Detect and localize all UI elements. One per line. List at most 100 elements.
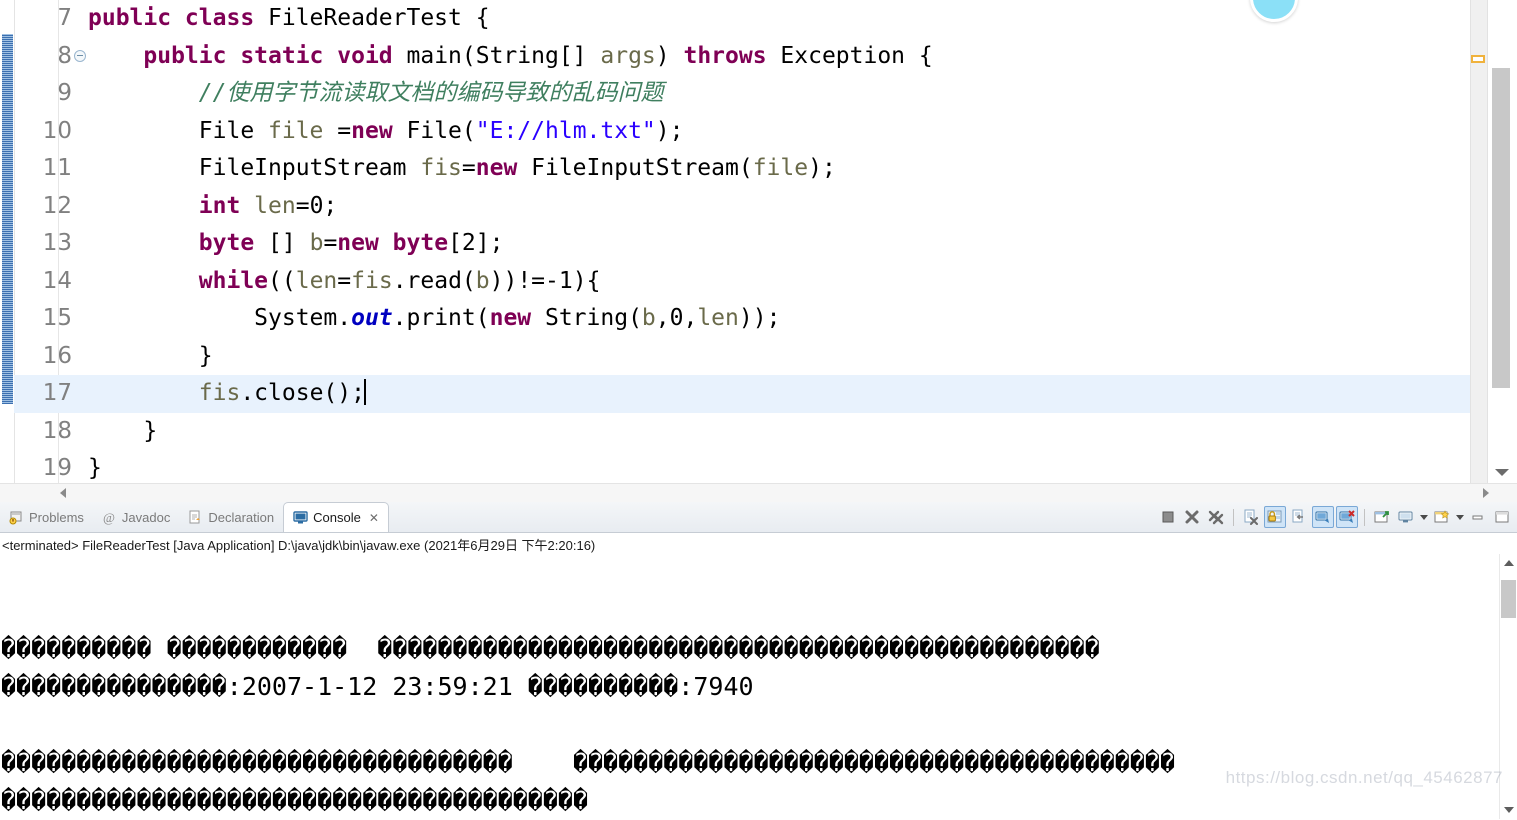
tab-console[interactable]: Console ✕ xyxy=(283,502,389,532)
token-kw: public static void xyxy=(143,42,407,69)
token-pln: ,0, xyxy=(655,305,698,331)
console-scroll-thumb[interactable] xyxy=(1501,580,1516,618)
tab-problems[interactable]: Problems xyxy=(0,503,93,531)
warning-marker-icon[interactable] xyxy=(1471,55,1485,63)
token-kw: new byte xyxy=(337,230,449,256)
token-pln: File( xyxy=(406,117,476,144)
line-number: 16 xyxy=(42,342,72,369)
code-line[interactable]: 11 FileInputStream fis=new FileInputStre… xyxy=(14,150,1517,188)
token-kw: throws xyxy=(683,42,781,69)
display-selected-console-button[interactable] xyxy=(1395,506,1417,528)
show-console-on-output-button[interactable] xyxy=(1312,506,1334,528)
code-line[interactable]: 9 //使用字节流读取文档的编码导致的乱码问题 xyxy=(14,75,1517,113)
code-line[interactable]: 18 } xyxy=(14,413,1517,451)
code-line[interactable]: 14 while((len=fis.read(b))!=-1){ xyxy=(14,263,1517,301)
line-number: 10 xyxy=(42,117,72,144)
code-text: } xyxy=(72,450,102,488)
token-kw: while xyxy=(198,267,269,294)
display-selected-dropdown[interactable] xyxy=(1420,514,1428,520)
code-text: System.out.print(new String(b,0,len)); xyxy=(72,300,780,338)
token-pln: ) xyxy=(655,42,684,69)
console-output-line: ���������� ������������ ����������������… xyxy=(1,634,1100,663)
fold-collapse-icon[interactable] xyxy=(74,49,86,62)
editor-overview-ruler[interactable] xyxy=(1470,0,1488,484)
token-pln: FileInputStream xyxy=(88,155,421,181)
token-kw: byte xyxy=(198,230,269,256)
source-code-area[interactable]: 7 public class FileReaderTest {8 public s… xyxy=(14,0,1517,484)
word-wrap-button[interactable] xyxy=(1288,506,1310,528)
tab-declaration[interactable]: Declaration xyxy=(179,503,283,531)
code-line[interactable]: 16 } xyxy=(14,338,1517,376)
tab-label: Declaration xyxy=(208,509,275,525)
console-output-text: ���������� ������������ ����������������… xyxy=(1,630,1517,819)
remove-launch-button[interactable] xyxy=(1181,506,1203,528)
code-line[interactable]: 17 fis.close(); xyxy=(14,375,1517,413)
terminate-button[interactable] xyxy=(1157,506,1179,528)
token-pln: } xyxy=(88,455,102,481)
token-lvar: b xyxy=(309,230,324,256)
token-pln: ); xyxy=(808,155,836,181)
token-lvar: file xyxy=(752,155,809,181)
token-fld: out xyxy=(351,305,393,331)
clear-console-button[interactable] xyxy=(1240,506,1262,528)
scroll-right-arrow-icon[interactable] xyxy=(1483,488,1489,498)
code-line[interactable]: 15 System.out.print(new String(b,0,len))… xyxy=(14,300,1517,338)
console-icon xyxy=(293,510,308,525)
open-console-button[interactable] xyxy=(1431,506,1453,528)
console-scroll-up-arrow-icon[interactable] xyxy=(1504,560,1514,566)
show-console-on-error-button[interactable] xyxy=(1336,506,1358,528)
token-pln: (( xyxy=(268,267,296,294)
tab-close-icon[interactable]: ✕ xyxy=(369,511,379,525)
line-number: 15 xyxy=(42,305,72,331)
code-text: FileInputStream fis=new FileInputStream(… xyxy=(72,150,836,188)
declaration-icon xyxy=(188,510,203,525)
token-kw: new xyxy=(489,305,545,331)
token-kw: new xyxy=(475,155,532,181)
minimize-button[interactable] xyxy=(1467,506,1489,528)
line-number: 12 xyxy=(42,192,72,219)
view-tabs[interactable]: Problems @ Javadoc Declaration Console ✕ xyxy=(0,502,389,532)
token-lvar: b xyxy=(475,267,490,294)
code-line[interactable]: 19} xyxy=(14,450,1517,488)
pin-console-button[interactable] xyxy=(1371,506,1393,528)
console-output-line: ���������������������������������� �����… xyxy=(1,748,1175,777)
line-number: 11 xyxy=(42,155,72,181)
scroll-lock-button[interactable] xyxy=(1264,506,1286,528)
editor-vertical-scrollbar[interactable] xyxy=(1488,0,1517,484)
editor-vertical-scroll-thumb[interactable] xyxy=(1492,68,1510,388)
console-toolbar[interactable] xyxy=(1157,502,1513,532)
javadoc-icon: @ xyxy=(102,510,117,525)
console-output-line: ��������������������������������������� xyxy=(1,786,588,815)
token-pln xyxy=(88,80,199,106)
line-number: 13 xyxy=(42,230,72,256)
open-console-dropdown[interactable] xyxy=(1456,514,1464,520)
tab-javadoc[interactable]: @ Javadoc xyxy=(93,503,179,531)
code-line[interactable]: 13 byte [] b=new byte[2]; xyxy=(14,225,1517,263)
token-pln xyxy=(88,268,199,294)
line-number: 9 xyxy=(57,80,72,106)
eclipse-ide-window: 7 public class FileReaderTest {8 public s… xyxy=(0,0,1517,820)
console-output-area[interactable]: ���������� ������������ ����������������… xyxy=(0,554,1517,819)
maximize-button[interactable] xyxy=(1491,506,1513,528)
code-text: fis.close(); xyxy=(72,375,366,413)
remove-all-terminated-button[interactable] xyxy=(1205,506,1227,528)
token-lvar: args xyxy=(600,42,656,69)
console-output-line: ���������������:2007-1-12 23:59:21 �����… xyxy=(1,672,754,701)
code-line[interactable]: 12 int len=0; xyxy=(14,188,1517,226)
code-text: public static void main(String[] args) t… xyxy=(72,38,932,76)
console-scroll-down-arrow-icon[interactable] xyxy=(1504,807,1514,813)
scroll-left-arrow-icon[interactable] xyxy=(60,488,66,498)
console-vertical-scrollbar[interactable] xyxy=(1499,554,1517,819)
token-pln: [] xyxy=(268,230,310,256)
token-pln: =0; xyxy=(295,192,338,219)
scroll-down-arrow-icon[interactable] xyxy=(1495,469,1509,476)
code-line[interactable]: 8 public static void main(String[] args)… xyxy=(14,38,1517,76)
code-line[interactable]: 10 File file =new File("E://hlm.txt"); xyxy=(14,113,1517,151)
token-pln: .close(); xyxy=(240,380,365,406)
editor-annotation-bar[interactable] xyxy=(0,0,15,484)
code-text: public class FileReaderTest { xyxy=(72,0,490,38)
token-pln: System. xyxy=(88,305,352,331)
separator-2 xyxy=(1364,508,1365,526)
java-editor-pane[interactable]: 7 public class FileReaderTest {8 public s… xyxy=(0,0,1517,502)
editor-horizontal-scrollbar[interactable] xyxy=(0,483,1517,502)
